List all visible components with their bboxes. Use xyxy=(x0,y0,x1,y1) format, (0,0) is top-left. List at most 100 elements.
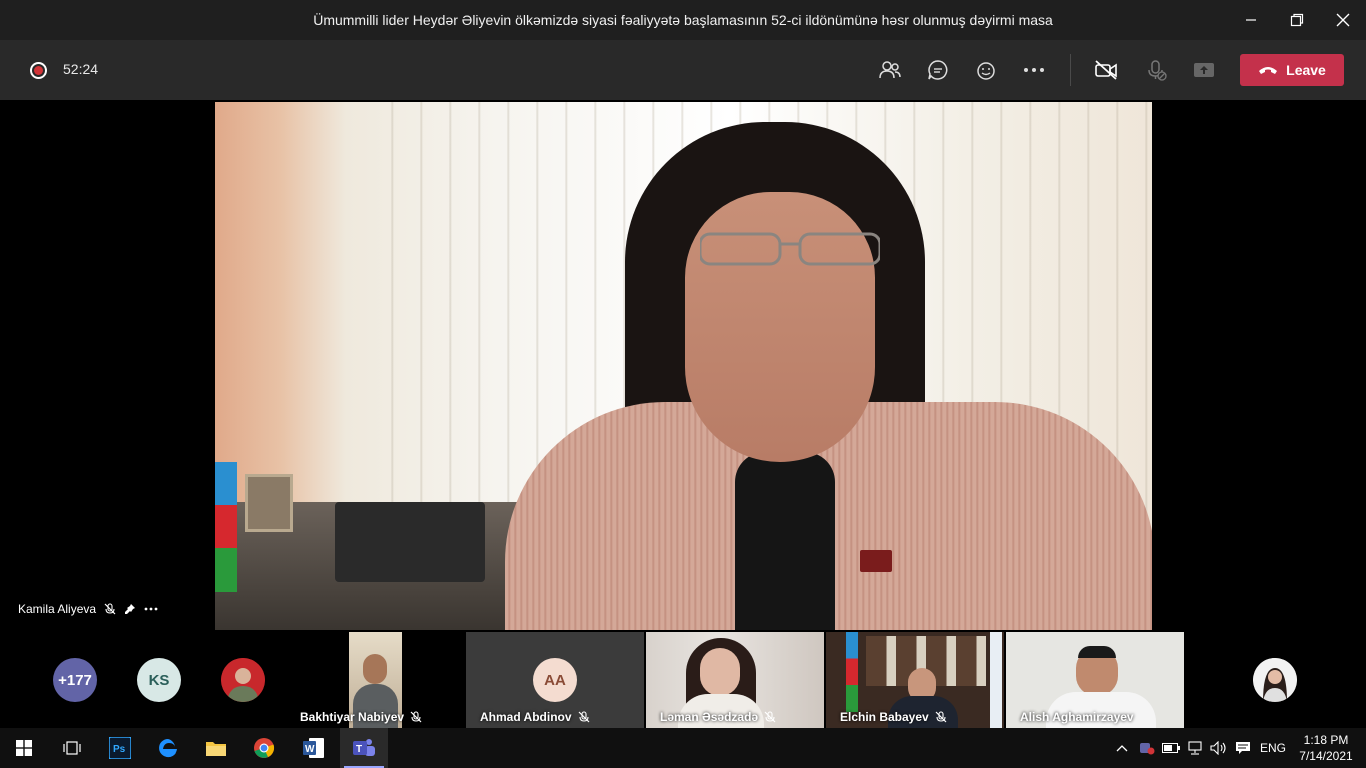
lapel-pin xyxy=(860,550,892,572)
overflow-participants-button[interactable]: +177 xyxy=(53,658,97,702)
participant-tile[interactable]: Alish Aghamirzayev xyxy=(1006,632,1184,728)
network-icon xyxy=(1188,741,1202,755)
taskbar-app-word[interactable]: W xyxy=(290,728,338,768)
windows-taskbar: Ps W T ENG 1:18 PM 7/14/2021 xyxy=(0,728,1366,768)
participant-tile[interactable]: Bakhtiyar Nabiyev xyxy=(286,632,464,728)
participant-tile[interactable]: Ləman Əsədzadə xyxy=(646,632,824,728)
hang-up-icon xyxy=(1259,67,1278,74)
participant-name: Elchin Babayev xyxy=(840,710,929,724)
muted-mic-icon xyxy=(410,711,422,723)
portrait-frame xyxy=(245,474,293,532)
taskbar-app-teams[interactable]: T xyxy=(340,728,388,768)
taskbar-app-chrome[interactable] xyxy=(240,728,288,768)
muted-mic-icon xyxy=(578,711,589,723)
speaker-name: Kamila Aliyeva xyxy=(18,602,97,616)
people-icon xyxy=(879,61,901,79)
minimize-icon xyxy=(1246,19,1256,21)
clock-date: 7/14/2021 xyxy=(1299,749,1353,763)
participant-name: Alish Aghamirzayev xyxy=(1020,710,1134,724)
camera-off-icon xyxy=(1095,60,1117,80)
taskbar-app-photoshop[interactable]: Ps xyxy=(96,728,144,768)
participant-tile[interactable]: AA Ahmad Abdinov xyxy=(466,632,644,728)
language-indicator: ENG xyxy=(1259,741,1286,755)
window-controls xyxy=(1228,0,1366,40)
meeting-toolbar: 52:24 Leave xyxy=(0,40,1366,100)
reactions-button[interactable] xyxy=(972,56,1000,84)
person-photo-icon xyxy=(221,658,265,702)
recording-icon xyxy=(30,62,47,79)
raise-hand-icon xyxy=(977,62,995,80)
microphone-toggle-button[interactable] xyxy=(1142,56,1170,84)
meeting-stage: Kamila Aliyeva xyxy=(4,102,1362,630)
share-tray-icon xyxy=(1194,63,1214,77)
more-options-icon[interactable] xyxy=(144,607,158,611)
restore-button[interactable] xyxy=(1274,0,1320,40)
chat-button[interactable] xyxy=(924,56,952,84)
share-screen-button[interactable] xyxy=(1190,56,1218,84)
close-icon xyxy=(1336,13,1350,27)
participant-avatar[interactable]: KS xyxy=(137,658,181,702)
muted-mic-icon xyxy=(104,603,116,615)
taskbar-app-file-explorer[interactable] xyxy=(192,728,240,768)
word-icon: W xyxy=(303,738,324,758)
leave-button[interactable]: Leave xyxy=(1240,54,1344,86)
avatar-initials: AA xyxy=(544,671,566,689)
task-view-button[interactable] xyxy=(48,728,96,768)
chrome-icon xyxy=(254,738,275,758)
svg-text:Ps: Ps xyxy=(113,744,126,755)
message-icon xyxy=(1236,742,1250,754)
avatar-initials: KS xyxy=(148,671,170,689)
glasses-shape xyxy=(700,232,880,266)
windows-logo-icon xyxy=(16,740,32,756)
edge-icon xyxy=(159,739,177,758)
tray-teams-button[interactable] xyxy=(1136,728,1158,768)
volume-button[interactable] xyxy=(1208,728,1230,768)
input-language-button[interactable]: ENG xyxy=(1256,728,1290,768)
participant-avatar-photo[interactable] xyxy=(1253,658,1297,702)
speaker-icon xyxy=(1210,741,1226,755)
camera-toggle-button[interactable] xyxy=(1092,56,1120,84)
participant-name: Ahmad Abdinov xyxy=(480,710,572,724)
battery-icon xyxy=(1162,743,1180,753)
window-titlebar: Ümummilli lider Heydər Əliyevin ölkəmizd… xyxy=(0,0,1366,40)
participant-strip: +177 KS Bakhtiyar Nabiyev AA Ahmad Abdin… xyxy=(0,630,1366,728)
photoshop-icon: Ps xyxy=(109,737,131,759)
participant-avatar: AA xyxy=(533,658,577,702)
overflow-count: +177 xyxy=(58,671,92,689)
speaker-label: Kamila Aliyeva xyxy=(18,602,158,616)
chat-icon xyxy=(928,60,948,80)
person-photo-icon xyxy=(1253,658,1297,702)
taskbar-app-edge[interactable] xyxy=(144,728,192,768)
participant-tile[interactable]: Elchin Babayev xyxy=(826,632,1004,728)
leave-label: Leave xyxy=(1286,62,1326,78)
battery-button[interactable] xyxy=(1160,728,1182,768)
start-button[interactable] xyxy=(0,728,48,768)
close-button[interactable] xyxy=(1320,0,1366,40)
participant-name: Ləman Əsədzadə xyxy=(660,710,759,724)
window-title: Ümummilli lider Heydər Əliyevin ölkəmizd… xyxy=(313,12,1053,28)
participant-name: Bakhtiyar Nabiyev xyxy=(300,710,405,724)
task-view-icon xyxy=(63,741,81,755)
muted-mic-icon xyxy=(764,711,776,723)
microphone-off-icon xyxy=(1148,60,1167,81)
muted-mic-icon xyxy=(935,711,947,723)
notifications-message-button[interactable] xyxy=(1232,728,1254,768)
participants-button[interactable] xyxy=(876,56,904,84)
svg-text:W: W xyxy=(305,744,315,755)
taskbar-clock[interactable]: 1:18 PM 7/14/2021 xyxy=(1296,732,1356,764)
restore-icon xyxy=(1290,13,1304,27)
minimize-button[interactable] xyxy=(1228,0,1274,40)
toolbar-divider xyxy=(1070,54,1071,86)
more-icon xyxy=(1024,68,1044,72)
pin-icon[interactable] xyxy=(124,603,136,615)
chevron-up-icon xyxy=(1116,745,1128,752)
folder-icon xyxy=(206,742,226,756)
clock-time: 1:18 PM xyxy=(1303,733,1349,747)
svg-text:T: T xyxy=(356,744,362,755)
network-button[interactable] xyxy=(1184,728,1206,768)
more-actions-button[interactable] xyxy=(1020,56,1048,84)
active-speaker-video[interactable] xyxy=(215,102,1152,630)
show-hidden-icons-button[interactable] xyxy=(1112,728,1132,768)
participant-avatar-photo[interactable] xyxy=(221,658,265,702)
meeting-timer: 52:24 xyxy=(63,61,99,77)
